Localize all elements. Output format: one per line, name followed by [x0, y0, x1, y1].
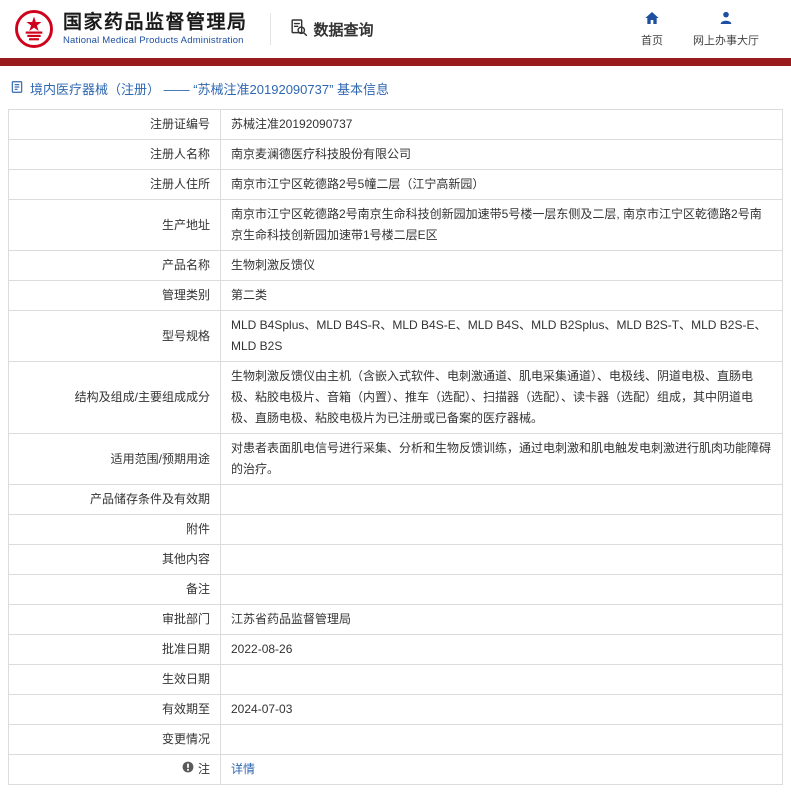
field-value: 南京市江宁区乾德路2号5幢二层（江宁高新园） — [220, 169, 783, 200]
field-value: 江苏省药品监督管理局 — [220, 604, 783, 635]
field-value: 生物刺激反馈仪 — [220, 250, 783, 281]
table-row: 管理类别 第二类 — [8, 280, 783, 311]
red-accent-bar — [0, 58, 791, 66]
table-row: 注册证编号 苏械注准20192090737 — [8, 109, 783, 140]
field-label: 注册证编号 — [8, 109, 221, 140]
field-value — [220, 574, 783, 605]
table-row: 注册人名称 南京麦澜德医疗科技股份有限公司 — [8, 139, 783, 170]
field-label: 有效期至 — [8, 694, 221, 725]
table-row: 批准日期 2022-08-26 — [8, 634, 783, 665]
field-label: 审批部门 — [8, 604, 221, 635]
table-row: 注册人住所 南京市江宁区乾德路2号5幢二层（江宁高新园） — [8, 169, 783, 200]
note-icon — [182, 759, 194, 780]
field-label: 产品名称 — [8, 250, 221, 281]
nav-home[interactable]: 首页 — [641, 10, 663, 48]
field-value: MLD B4Splus、MLD B4S-R、MLD B4S-E、MLD B4S、… — [220, 310, 783, 362]
data-query-link[interactable]: 数据查询 — [289, 18, 374, 41]
field-label: 注册人住所 — [8, 169, 221, 200]
home-icon — [644, 10, 660, 29]
field-label: 附件 — [8, 514, 221, 545]
field-label: 结构及组成/主要组成成分 — [8, 361, 221, 434]
table-row: 有效期至 2024-07-03 — [8, 694, 783, 725]
table-row: 附件 — [8, 514, 783, 545]
page-header: 国家药品监督管理局 National Medical Products Admi… — [0, 0, 791, 58]
field-value: 南京市江宁区乾德路2号南京生命科技创新园加速带5号楼一层东侧及二层, 南京市江宁… — [220, 199, 783, 251]
table-row: 适用范围/预期用途 对患者表面肌电信号进行采集、分析和生物反馈训练，通过电刺激和… — [8, 433, 783, 485]
agency-name-cn: 国家药品监督管理局 — [63, 11, 248, 33]
field-label: 变更情况 — [8, 724, 221, 755]
field-value: 2022-08-26 — [220, 634, 783, 665]
field-label: 生效日期 — [8, 664, 221, 695]
field-label: 管理类别 — [8, 280, 221, 311]
table-row: 审批部门 江苏省药品监督管理局 — [8, 604, 783, 635]
field-label: 型号规格 — [8, 310, 221, 362]
field-value: 2024-07-03 — [220, 694, 783, 725]
nav-home-label: 首页 — [641, 35, 663, 47]
table-row: 产品名称 生物刺激反馈仪 — [8, 250, 783, 281]
top-nav: 首页 网上办事大厅 — [641, 10, 777, 48]
nmpa-logo[interactable]: 国家药品监督管理局 National Medical Products Admi… — [14, 9, 248, 49]
table-row: 结构及组成/主要组成成分 生物刺激反馈仪由主机（含嵌入式软件、电刺激通道、肌电采… — [8, 361, 783, 434]
field-label: 其他内容 — [8, 544, 221, 575]
field-label: 适用范围/预期用途 — [8, 433, 221, 485]
field-value — [220, 724, 783, 755]
agency-name-en: National Medical Products Administration — [63, 35, 244, 47]
header-divider — [269, 13, 271, 45]
table-row: 变更情况 — [8, 724, 783, 755]
field-value: 苏械注准20192090737 — [220, 109, 783, 140]
field-label: 备注 — [8, 574, 221, 605]
field-value: 南京麦澜德医疗科技股份有限公司 — [220, 139, 783, 170]
table-row: 生效日期 — [8, 664, 783, 695]
person-icon — [718, 10, 734, 29]
field-value: 生物刺激反馈仪由主机（含嵌入式软件、电刺激通道、肌电采集通道）、电极线、阴道电极… — [220, 361, 783, 434]
table-row: 产品储存条件及有效期 — [8, 484, 783, 515]
data-query-label: 数据查询 — [313, 21, 374, 39]
table-row: 生产地址 南京市江宁区乾德路2号南京生命科技创新园加速带5号楼一层东侧及二层, … — [8, 199, 783, 251]
field-value: 对患者表面肌电信号进行采集、分析和生物反馈训练，通过电刺激和肌电触发电刺激进行肌… — [220, 433, 783, 485]
field-label: 产品储存条件及有效期 — [8, 484, 221, 515]
table-row: 其他内容 — [8, 544, 783, 575]
field-value — [220, 484, 783, 515]
field-value — [220, 514, 783, 545]
note-field-label: 注 — [197, 762, 210, 776]
field-value — [220, 544, 783, 575]
document-icon — [10, 80, 24, 97]
table-row-note: 注 详情 — [8, 754, 783, 785]
field-label: 批准日期 — [8, 634, 221, 665]
data-query-icon — [289, 18, 308, 41]
details-link[interactable]: 详情 — [231, 762, 255, 776]
field-value — [220, 664, 783, 695]
page-title: 境内医疗器械（注册） —— “苏械注准20192090737” 基本信息 — [30, 82, 390, 97]
field-value: 第二类 — [220, 280, 783, 311]
table-row: 型号规格 MLD B4Splus、MLD B4S-R、MLD B4S-E、MLD… — [8, 310, 783, 362]
field-label: 生产地址 — [8, 199, 221, 251]
registration-info-table: 注册证编号 苏械注准20192090737 注册人名称 南京麦澜德医疗科技股份有… — [8, 109, 783, 785]
nav-online-hall[interactable]: 网上办事大厅 — [693, 10, 759, 48]
field-label: 注册人名称 — [8, 139, 221, 170]
national-emblem-icon — [14, 9, 54, 49]
breadcrumb: 境内医疗器械（注册） —— “苏械注准20192090737” 基本信息 — [0, 66, 791, 109]
table-row: 备注 — [8, 574, 783, 605]
nav-online-hall-label: 网上办事大厅 — [693, 35, 759, 47]
